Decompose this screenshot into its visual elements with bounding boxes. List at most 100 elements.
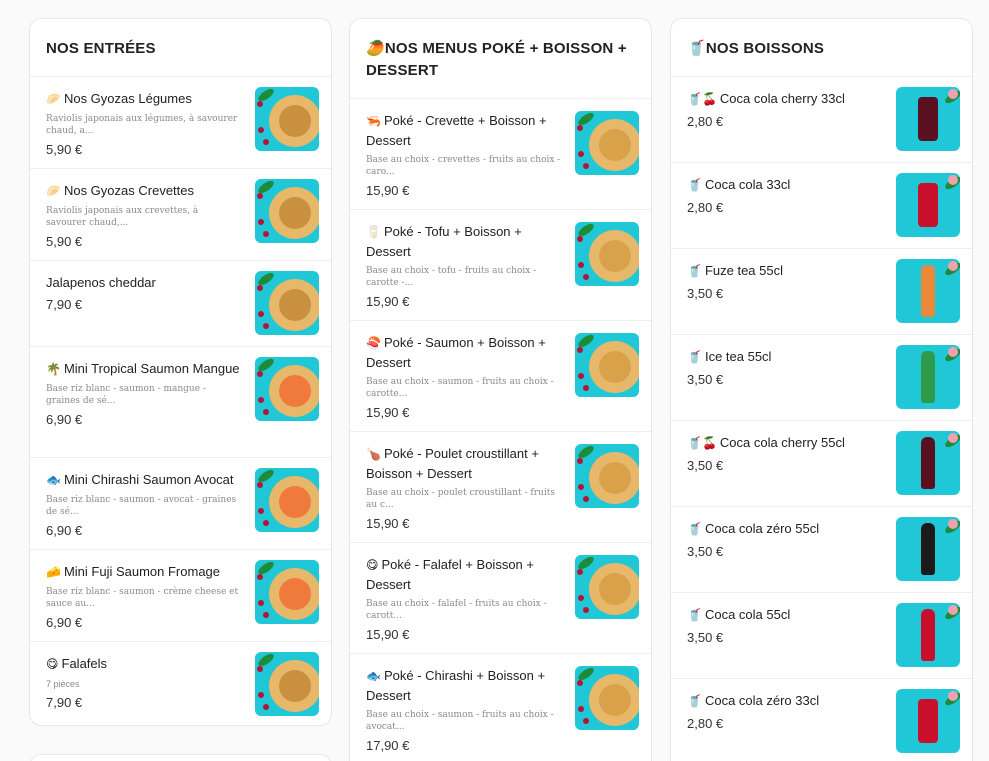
leaf [256,87,276,104]
bottle [921,265,935,317]
berry [257,482,263,488]
item-description: Base au choix - poulet croustillant - fr… [366,488,555,510]
food [599,684,631,716]
item-price: 7,90 € [46,297,83,312]
menu-item[interactable]: 🥤 Fuze tea 55cl 3,50 € [671,249,972,335]
menu-item[interactable]: 😋 Falafels 7 pièces 7,90 € [30,642,331,725]
item-photo [255,87,319,151]
berry [578,484,584,490]
item-name: 🍣 Poké - Saumon + Boisson + Dessert [366,333,561,372]
shrimp-icon: 🦐 [366,114,381,128]
item-name-text: Poké - Saumon + Boisson + Dessert [366,335,546,370]
cup-cherry-icon: 🥤🍒 [687,92,717,106]
item-name: 🐟 Mini Chirashi Saumon Avocat [46,470,241,490]
item-price: 3,50 € [687,630,724,645]
menu-item[interactable]: 🐟 Poké - Chirashi + Boisson + Dessert Base… [350,654,651,761]
palm-tree-icon: 🌴 [46,362,61,376]
menu-item[interactable]: 🐟 Mini Chirashi Saumon Avocat Base riz bla… [30,458,331,550]
item-name-text: Nos Gyozas Légumes [63,91,192,106]
item-name-text: Ice tea 55cl [704,349,772,364]
menu-item[interactable]: 🥟 Nos Gyozas Légumes Raviolis japonais aux… [30,77,331,169]
chicken-icon: 🍗 [366,447,381,461]
flower [948,261,958,271]
menu-item[interactable]: 🥟 Nos Gyozas Crevettes Raviolis japonais a… [30,169,331,261]
bottle [921,609,935,661]
item-photo [255,271,319,335]
item-description: Base riz blanc - saumon - avocat - grain… [46,495,237,517]
menu-item[interactable]: Jalapenos cheddar 7,90 € [30,261,331,347]
berry [257,101,263,107]
menu-item[interactable]: 😋 Poké - Falafel + Boisson + Dessert Base … [350,543,651,654]
cup-icon: 🥤 [687,522,702,536]
menu-item[interactable]: 🌴 Mini Tropical Saumon Mangue Base riz bla… [30,347,331,458]
menu-item[interactable]: 🥤 Coca cola 55cl 3,50 € [671,593,972,679]
entrees-section: NOS ENTRÉES 🥟 Nos Gyozas Légumes Raviolis … [29,18,332,726]
food [279,486,311,518]
item-photo [255,560,319,624]
item-name: 🥟 Nos Gyozas Crevettes [46,181,241,201]
item-name: 🥤 Ice tea 55cl [687,347,882,367]
item-name: 🥤 Coca cola 55cl [687,605,882,625]
salmon-icon: 🍣 [366,336,381,350]
item-name: 🥤 Fuze tea 55cl [687,261,882,281]
section-title: 🥭NOS MENUS POKÉ + BOISSON + DESSERT [350,19,651,99]
item-photo [896,173,960,237]
menu-item[interactable]: 🥛 Poké - Tofu + Boisson + Dessert Base au … [350,210,651,321]
menu-item[interactable]: 🦐 Poké - Crevette + Boisson + Dessert Base… [350,99,651,210]
item-name-text: Falafels [61,656,108,671]
menu-item[interactable]: 🧀 Mini Fuji Saumon Fromage Base riz blanc … [30,550,331,642]
item-name-text: Fuze tea 55cl [704,263,783,278]
berry [577,458,583,464]
smiley-icon: 😋 [46,657,59,671]
item-description: Base au choix - falafel - fruits au choi… [366,599,547,621]
leaf [576,111,596,128]
leaf [576,333,596,350]
item-name-text: Coca cola 33cl [704,177,791,192]
item-name: 🥛 Poké - Tofu + Boisson + Dessert [366,222,561,261]
item-photo [255,179,319,243]
berry [583,163,589,169]
section-title: NOS ENTRÉES [30,19,331,77]
menu-item[interactable]: 🥤🍒 Coca cola cherry 33cl 2,80 € [671,77,972,163]
next-section-card [29,754,332,761]
tofu-icon: 🥛 [366,225,381,239]
menu-item[interactable]: 🥤 Coca cola zéro 33cl 2,80 € [671,679,972,761]
item-price: 15,90 € [366,294,410,309]
berry [263,139,269,145]
food [279,105,311,137]
item-name: 😋 Poké - Falafel + Boisson + Dessert [366,555,561,594]
berry [583,385,589,391]
item-price: 3,50 € [687,458,724,473]
item-description: Base au choix - saumon - fruits au choix… [366,377,554,399]
leaf [256,357,276,374]
item-photo [896,603,960,667]
item-name: 🥟 Nos Gyozas Légumes [46,89,241,109]
food [599,240,631,272]
cheese-icon: 🧀 [46,565,61,579]
menus-list: 🦐 Poké - Crevette + Boisson + Dessert Base… [350,99,651,761]
leaf [256,652,276,669]
berry [577,236,583,242]
menu-item[interactable]: 🥤 Ice tea 55cl 3,50 € [671,335,972,421]
menu-item[interactable]: 🥤 Coca cola zéro 55cl 3,50 € [671,507,972,593]
flower [948,347,958,357]
item-name-text: Nos Gyozas Crevettes [63,183,194,198]
menu-item[interactable]: 🍗 Poké - Poulet croustillant + Boisson + … [350,432,651,543]
item-description: 7 pièces [46,679,80,689]
item-name-text: Jalapenos cheddar [46,275,156,290]
item-photo [896,689,960,753]
item-photo [255,468,319,532]
menu-item[interactable]: 🥤 Coca cola 33cl 2,80 € [671,163,972,249]
item-name-text: Coca cola zéro 55cl [704,521,820,536]
item-name: 🍗 Poké - Poulet croustillant + Boisson + … [366,444,561,483]
berry [578,595,584,601]
item-photo [575,222,639,286]
food [599,573,631,605]
menu-item[interactable]: 🥤🍒 Coca cola cherry 55cl 3,50 € [671,421,972,507]
cup-icon: 🥤 [687,350,702,364]
berry [583,607,589,613]
item-name-text: Coca cola cherry 33cl [719,91,845,106]
item-photo [896,431,960,495]
food [279,578,311,610]
menu-item[interactable]: 🍣 Poké - Saumon + Boisson + Dessert Base a… [350,321,651,432]
